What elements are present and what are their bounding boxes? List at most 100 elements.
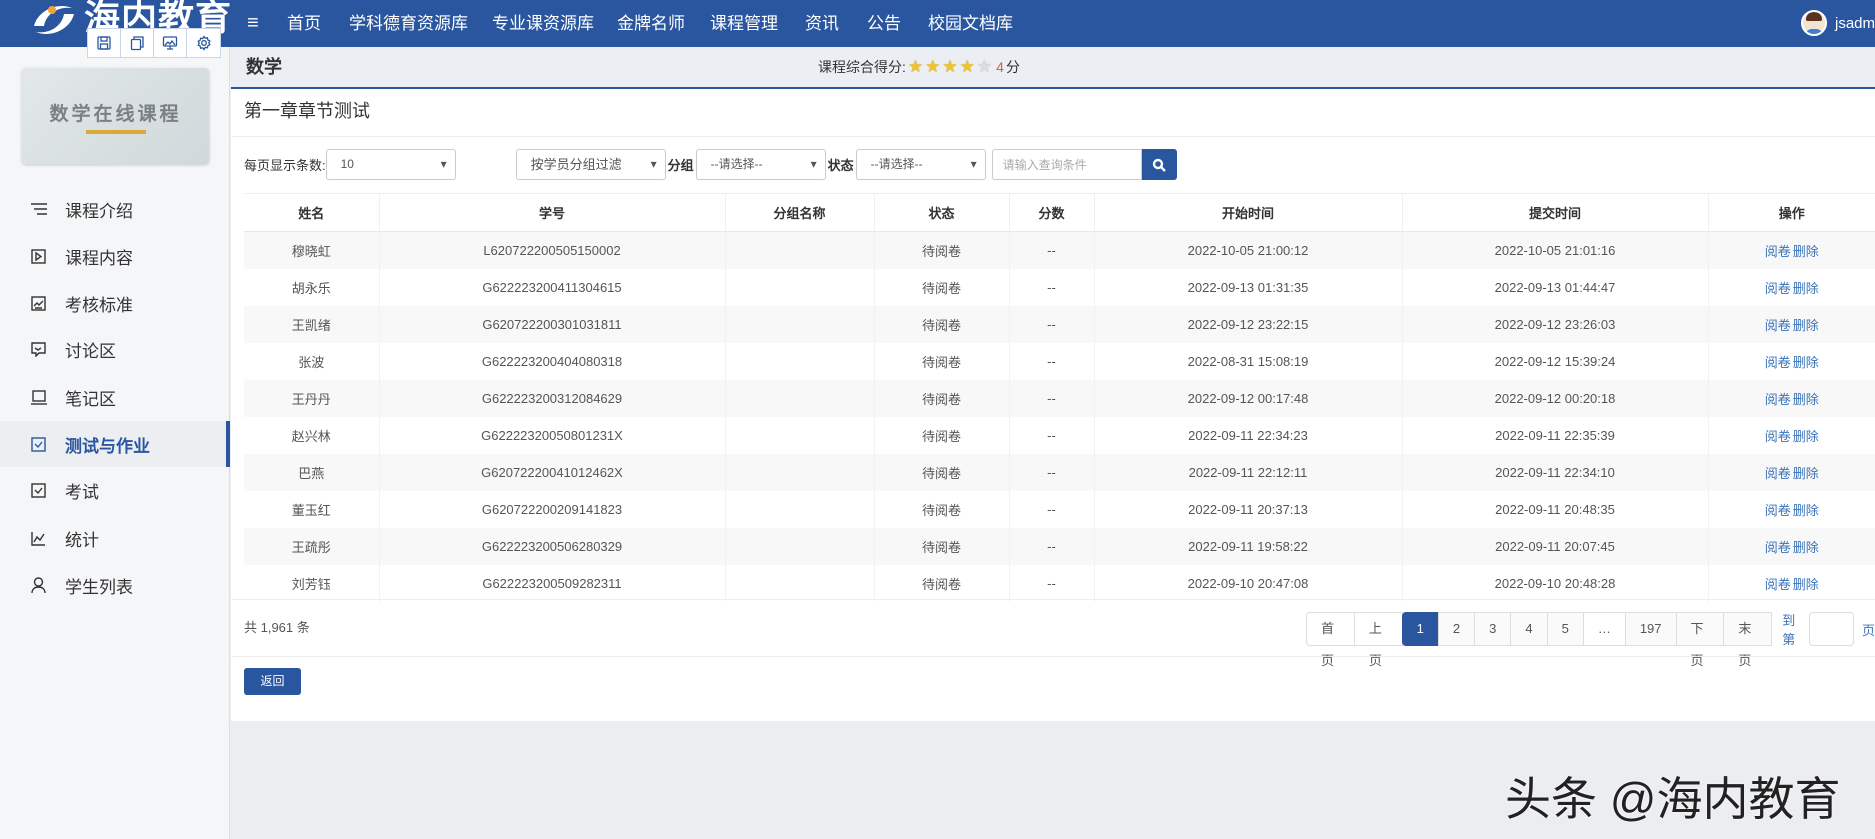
table-cell: 2022-09-10 20:47:08 <box>1094 564 1403 602</box>
delete-link[interactable]: 删除 <box>1793 244 1819 259</box>
search-input[interactable] <box>991 149 1142 180</box>
sidebar-item-label: 讨论区 <box>65 341 116 361</box>
table-cell: 待阅卷 <box>874 305 1010 343</box>
delete-link[interactable]: 删除 <box>1793 540 1819 555</box>
column-header: 分数 <box>1009 193 1095 232</box>
review-link[interactable]: 阅卷 <box>1765 355 1791 370</box>
page-title: 第一章章节测试 <box>244 101 370 121</box>
toolbox <box>87 28 221 58</box>
delete-link[interactable]: 删除 <box>1793 503 1819 518</box>
delete-link[interactable]: 删除 <box>1793 318 1819 333</box>
page-first[interactable]: 首页 <box>1306 612 1355 668</box>
delete-link[interactable]: 删除 <box>1793 429 1819 444</box>
goto-unit: 页 <box>1862 622 1875 638</box>
sidebar-item-content[interactable]: 课程内容 <box>0 233 230 279</box>
table-cell: 2022-10-05 21:01:16 <box>1402 231 1709 269</box>
review-link[interactable]: 阅卷 <box>1765 466 1791 481</box>
group-filter-select[interactable]: 按学员分组过滤 <box>515 149 666 180</box>
sidebar-item-discussion[interactable]: 讨论区 <box>0 326 230 372</box>
page-last[interactable]: 末页 <box>1723 612 1773 668</box>
per-page-select[interactable]: 10 <box>325 149 456 180</box>
course-cover-decoration <box>85 129 146 134</box>
sidebar-item-label: 笔记区 <box>65 389 116 409</box>
table-cell <box>725 379 875 417</box>
delete-link[interactable]: 删除 <box>1793 281 1819 296</box>
table-row: 王凯绪 G620722200301031811 待阅卷 -- 2022-09-12 23… <box>244 305 1875 343</box>
table-cell: -- <box>1009 305 1095 343</box>
sidebar-item-intro[interactable]: 课程介绍 <box>0 186 230 232</box>
review-link[interactable]: 阅卷 <box>1765 244 1791 259</box>
actions-cell: 阅卷 删除 <box>1708 417 1875 454</box>
table-cell: G622223200509282311 <box>379 564 726 602</box>
screen-icon[interactable] <box>154 29 187 57</box>
nav-course-management[interactable]: 课程管理 <box>710 0 778 47</box>
save-icon[interactable] <box>88 29 121 57</box>
review-link[interactable]: 阅卷 <box>1765 318 1791 333</box>
table-cell: 董玉红 <box>244 490 380 528</box>
page-number[interactable]: 2 <box>1437 612 1476 646</box>
review-link[interactable]: 阅卷 <box>1765 392 1791 407</box>
group-select[interactable]: --请选择-- <box>695 149 826 180</box>
divider <box>231 599 1875 600</box>
table-cell <box>725 453 875 491</box>
table-cell: 待阅卷 <box>874 231 1010 269</box>
page-number[interactable]: 1 <box>1401 612 1439 646</box>
delete-link[interactable]: 删除 <box>1793 355 1819 370</box>
menu-toggle-icon[interactable]: ≡ <box>247 0 259 47</box>
course-name: 数学 <box>246 57 282 77</box>
status-select[interactable]: --请选择-- <box>855 149 986 180</box>
course-cover-title: 数学在线课程 <box>49 103 182 125</box>
nav-moral-resources[interactable]: 学科德育资源库 <box>349 0 468 47</box>
page-next[interactable]: 下页 <box>1675 612 1725 668</box>
back-button[interactable]: 返回 <box>244 668 301 695</box>
delete-link[interactable]: 删除 <box>1793 577 1819 592</box>
sidebar-item-stats[interactable]: 统计 <box>0 515 230 561</box>
review-link[interactable]: 阅卷 <box>1765 503 1791 518</box>
table-cell <box>725 342 875 380</box>
user-menu[interactable]: jsadm <box>1800 10 1875 36</box>
table-cell: 2022-09-13 01:31:35 <box>1094 268 1403 306</box>
goto-page-input[interactable] <box>1809 612 1855 646</box>
table-cell: G620722200301031811 <box>379 305 726 343</box>
table-cell: 待阅卷 <box>874 342 1010 380</box>
table-row: 王丹丹 G622223200312084629 待阅卷 -- 2022-09-12 00… <box>244 379 1875 417</box>
page-number[interactable]: 197 <box>1624 612 1677 646</box>
total-count: 共 1,961 条 <box>244 620 310 635</box>
page-number[interactable]: 3 <box>1474 612 1512 646</box>
gear-icon[interactable] <box>187 29 220 57</box>
table-cell: G622223200411304615 <box>379 268 726 306</box>
review-link[interactable]: 阅卷 <box>1765 429 1791 444</box>
delete-link[interactable]: 删除 <box>1793 466 1819 481</box>
score-label: 课程综合得分: <box>818 59 906 75</box>
copy-icon[interactable] <box>121 29 154 57</box>
nav-teachers[interactable]: 金牌名师 <box>617 0 685 47</box>
delete-link[interactable]: 删除 <box>1793 392 1819 407</box>
nav-home[interactable]: 首页 <box>287 0 321 47</box>
sidebar-item-tests[interactable]: 测试与作业 <box>0 421 230 467</box>
score-unit: 分 <box>1005 59 1020 75</box>
table-row: 胡永乐 G622223200411304615 待阅卷 -- 2022-09-13 01… <box>244 268 1875 306</box>
sidebar-item-exam[interactable]: 考试 <box>0 467 230 513</box>
page-number[interactable]: 5 <box>1546 612 1584 646</box>
page-prev[interactable]: 上页 <box>1353 612 1403 668</box>
sidebar-item-label: 学生列表 <box>65 577 133 597</box>
nav-notice[interactable]: 公告 <box>867 0 901 47</box>
sidebar-item-students[interactable]: 学生列表 <box>0 562 230 608</box>
search-button[interactable] <box>1141 149 1177 180</box>
review-link[interactable]: 阅卷 <box>1765 281 1791 296</box>
sidebar-item-criteria[interactable]: 考核标准 <box>0 280 230 326</box>
table-cell: 2022-09-11 22:35:39 <box>1402 416 1709 454</box>
actions-cell: 阅卷 删除 <box>1708 527 1875 565</box>
review-link[interactable]: 阅卷 <box>1765 540 1791 555</box>
table-row: 张波 G622223200404080318 待阅卷 -- 2022-08-31 15:… <box>244 342 1875 380</box>
sidebar-item-notes[interactable]: 笔记区 <box>0 374 230 420</box>
sidebar-item-label: 考核标准 <box>65 295 133 315</box>
nav-major-resources[interactable]: 专业课资源库 <box>492 0 594 47</box>
actions-cell: 阅卷 删除 <box>1708 565 1875 602</box>
nav-news[interactable]: 资讯 <box>805 0 839 47</box>
column-header: 状态 <box>874 193 1010 232</box>
review-link[interactable]: 阅卷 <box>1765 577 1791 592</box>
page-number[interactable]: 4 <box>1510 612 1548 646</box>
nav-documents[interactable]: 校园文档库 <box>928 0 1013 47</box>
table-cell: -- <box>1009 379 1095 417</box>
